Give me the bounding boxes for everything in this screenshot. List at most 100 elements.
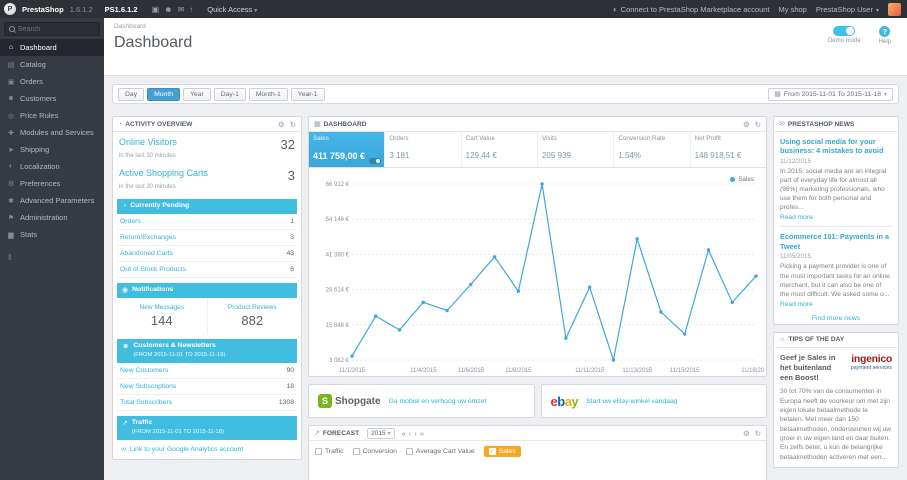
prev-page-icon[interactable]: ‹ xyxy=(409,429,412,438)
range-button-month-1[interactable]: Month-1 xyxy=(248,87,288,101)
forecast-pagination: « ‹ › » xyxy=(402,429,424,438)
tips-panel: ☼ TIPS OF THE DAY Geef je Sales in het b… xyxy=(773,331,899,469)
sidebar-item-preferences[interactable]: ⚙ Preferences xyxy=(0,175,104,192)
refresh-icon[interactable]: ↻ xyxy=(755,429,761,438)
sidebar-item-price-rules[interactable]: ◎ Price Rules xyxy=(0,107,104,124)
kpi-cart-value[interactable]: Cart Value 129,44 € xyxy=(462,132,538,167)
range-button-day[interactable]: Day xyxy=(118,87,145,101)
marketplace-link[interactable]: ◐ Connect to PrestaShop Marketplace acco… xyxy=(613,5,770,14)
forecast-panel-header: ↗ FORECAST 2015 « ‹ › » ⚙ ↻ xyxy=(309,426,766,441)
user-avatar[interactable] xyxy=(888,2,901,16)
cart-icon: ▣ xyxy=(7,78,15,86)
notification-cell-new-messages[interactable]: New Messages 144 xyxy=(117,298,207,334)
active-carts-link[interactable]: Active Shopping Carts xyxy=(119,168,208,178)
kpi-conversion-rate[interactable]: Conversion Rate 1.54% xyxy=(614,132,691,167)
shopgate-logo: S Shopgate xyxy=(318,394,381,408)
quick-access-menu[interactable]: Quick Access xyxy=(207,5,257,14)
prestashop-logo-icon[interactable]: P xyxy=(4,3,16,15)
google-analytics-link[interactable]: ∞ Link to your Google Analytics account xyxy=(113,440,301,459)
forecast-legend-average-cart-value[interactable]: Average Cart Value xyxy=(405,448,475,455)
sidebar-item-stats[interactable]: ▆ Stats xyxy=(0,226,104,243)
kpi-sales[interactable]: Sales 411 759,00 € xyxy=(309,132,386,167)
brand-name: PrestaShop xyxy=(22,4,64,14)
article-title[interactable]: Using social media for your business: 4 … xyxy=(780,137,892,156)
tips-headline: Geef je Sales in het buitenland een Boos… xyxy=(780,352,836,383)
search-input[interactable] xyxy=(18,25,92,33)
news-articles: Using social media for your business: 4 … xyxy=(774,132,898,311)
gear-icon[interactable]: ⚙ xyxy=(743,120,750,129)
column-left: ◔ ACTIVITY OVERVIEW ⚙ ↻ Online Visitors … xyxy=(112,116,302,467)
sales-chart: Sales 66 912 € 54 146 € 41 380 € 28 614 € 15… xyxy=(309,168,766,376)
sidebar-item-dashboard[interactable]: ⌂ Dashboard xyxy=(0,39,104,56)
forecast-year-select[interactable]: 2015 xyxy=(367,427,395,439)
range-button-day-1[interactable]: Day-1 xyxy=(213,87,246,101)
first-page-icon[interactable]: « xyxy=(402,429,406,438)
next-page-icon[interactable]: › xyxy=(414,429,417,438)
checkbox-icon[interactable] xyxy=(352,448,360,455)
user-menu[interactable]: PrestaShop User xyxy=(816,5,879,14)
svg-text:54 146 €: 54 146 € xyxy=(325,217,349,223)
sidebar-item-localization[interactable]: ◐ Localization xyxy=(0,158,104,175)
checkbox-icon[interactable] xyxy=(405,448,413,455)
forecast-legend-conversion[interactable]: Conversion xyxy=(352,448,397,455)
read-more-link[interactable]: Read more xyxy=(780,214,892,221)
refresh-icon[interactable]: ↻ xyxy=(755,120,761,129)
online-visitors-link[interactable]: Online Visitors xyxy=(119,137,177,147)
sidebar-item-shipping[interactable]: ➤ Shipping xyxy=(0,141,104,158)
article-title[interactable]: Ecommerce 101: Payments in a Tweet xyxy=(780,232,892,251)
last-page-icon[interactable]: » xyxy=(420,429,424,438)
news-panel: ✉ PRESTASHOP NEWS Using social media for… xyxy=(773,116,899,325)
gear-icon[interactable]: ⚙ xyxy=(743,429,750,438)
sidebar-item-orders[interactable]: ▣ Orders xyxy=(0,73,104,90)
sidebar-collapse-button[interactable]: ‖ xyxy=(0,243,104,272)
updates-icon[interactable]: ↑ xyxy=(189,5,193,14)
range-button-month[interactable]: Month xyxy=(147,87,180,101)
pending-section-header: ◔ Currently Pending xyxy=(117,199,297,215)
caret-down-icon xyxy=(876,5,879,14)
my-shop-link[interactable]: My shop xyxy=(779,5,807,14)
kpi-toggle[interactable] xyxy=(369,158,382,164)
sidebar-item-administration[interactable]: ⚑ Administration xyxy=(0,209,104,226)
checkbox-icon[interactable] xyxy=(315,448,322,455)
header-tools: Demo mode ? Help xyxy=(828,26,891,45)
forecast-legend-sales[interactable]: Sales xyxy=(483,446,521,457)
range-button-year[interactable]: Year xyxy=(182,87,211,101)
range-button-year-1[interactable]: Year-1 xyxy=(290,87,325,101)
checkbox-icon[interactable] xyxy=(488,448,496,455)
kpi-net-profit[interactable]: Net Profit 148 918,51 € xyxy=(691,132,766,167)
kpi-orders[interactable]: Orders 3 181 xyxy=(385,132,462,167)
ebay-link[interactable]: Start uw eBay-winkel vandaag xyxy=(586,398,677,405)
messages-icon[interactable]: ✉ xyxy=(178,5,185,14)
demo-mode-toggle[interactable]: Demo mode xyxy=(828,26,861,45)
refresh-icon[interactable]: ↻ xyxy=(290,120,296,129)
column-right: ✉ PRESTASHOP NEWS Using social media for… xyxy=(773,116,899,475)
shopgate-link[interactable]: Ga mobiel en verhoog uw omzet xyxy=(389,398,487,405)
quick-access-label: Quick Access xyxy=(207,4,253,14)
read-more-link[interactable]: Read more xyxy=(780,301,892,308)
kpi-visits[interactable]: Visits 205 939 xyxy=(538,132,615,167)
sidebar-item-catalog[interactable]: ▤ Catalog xyxy=(0,56,104,73)
sidebar-item-advanced-parameters[interactable]: ✱ Advanced Parameters xyxy=(0,192,104,209)
customers-icon[interactable]: ☻ xyxy=(164,5,172,14)
sidebar-item-customers[interactable]: ☻ Customers xyxy=(0,90,104,107)
sidebar-search[interactable] xyxy=(4,22,100,36)
help-icon: ? xyxy=(879,26,891,37)
notification-cell-product-reviews[interactable]: Product Reviews 882 xyxy=(206,298,298,335)
sidebar-item-modules-and-services[interactable]: ✚ Modules and Services xyxy=(0,124,104,141)
help-button[interactable]: ? Help xyxy=(879,26,891,45)
range-buttons: Day Month Year Day-1 Month-1 Year-1 xyxy=(118,87,325,101)
chart-legend[interactable]: Sales xyxy=(730,176,754,183)
page-header: Dashboard Dashboard Demo mode ? Help xyxy=(104,18,907,76)
clock-icon: ◔ xyxy=(122,203,127,210)
cart-icon[interactable]: ▣ xyxy=(152,5,160,14)
shop-name-link[interactable]: PS1.6.1.2 xyxy=(105,5,138,14)
forecast-legend-traffic[interactable]: Traffic xyxy=(315,448,344,455)
toggle-on-icon[interactable] xyxy=(833,26,856,36)
gear-icon[interactable]: ⚙ xyxy=(278,120,285,129)
news-article: Using social media for your business: 4 … xyxy=(780,137,892,221)
breadcrumb[interactable]: Dashboard xyxy=(114,23,897,30)
find-more-news-link[interactable]: Find more news xyxy=(774,311,898,324)
date-range-picker[interactable]: ▦ From 2015-11-01 To 2015-11-18 xyxy=(768,87,893,101)
topbar-notifications: ▣ ☻ ✉ ↑ xyxy=(152,5,194,14)
stat-row-new-customers: New Customers 90 xyxy=(117,363,297,379)
